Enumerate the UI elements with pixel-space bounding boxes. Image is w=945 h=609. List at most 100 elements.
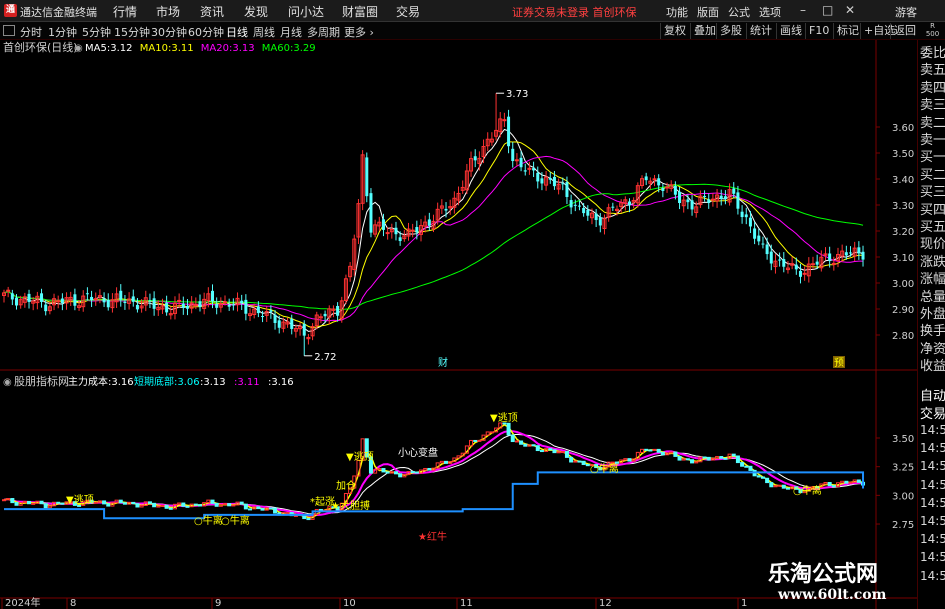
trade-time: 14:56 bbox=[920, 514, 945, 528]
x-tick-label: 8 bbox=[70, 598, 76, 609]
indicator-legend-item: :3.16 bbox=[268, 377, 294, 388]
ind-candle bbox=[39, 500, 44, 505]
ind-candle bbox=[848, 481, 853, 484]
ind-candle bbox=[514, 440, 519, 443]
layout-icon[interactable] bbox=[3, 25, 15, 36]
ind-y-tick-label: 3.25 bbox=[892, 463, 914, 474]
menu-item-jiaoyi[interactable]: 交易 bbox=[396, 3, 420, 20]
back-button[interactable]: 返回 bbox=[890, 23, 919, 39]
menu-item-hangqing[interactable]: 行情 bbox=[113, 3, 137, 20]
mark-button[interactable]: 标记 bbox=[833, 23, 862, 39]
candle-body bbox=[703, 195, 707, 197]
indicator-settings-icon[interactable]: ◉ bbox=[3, 377, 12, 388]
tab-15min[interactable]: 15分钟 bbox=[114, 24, 150, 40]
ind-candle bbox=[719, 456, 724, 459]
candle-body bbox=[598, 217, 602, 226]
y-tick-label: 3.50 bbox=[892, 149, 914, 160]
close-icon[interactable]: ✕ bbox=[845, 3, 855, 17]
tab-60min[interactable]: 60分钟 bbox=[188, 24, 224, 40]
candle-body bbox=[507, 116, 511, 147]
ind-candle bbox=[723, 457, 728, 460]
tab-monthly[interactable]: 月线 bbox=[280, 24, 302, 40]
quote-field-label: 卖五 bbox=[920, 63, 945, 79]
quote-field-label: 买二 bbox=[920, 167, 945, 183]
candle-body bbox=[369, 193, 373, 233]
candle-body bbox=[473, 156, 477, 161]
candle-body bbox=[131, 296, 135, 302]
candle-body bbox=[323, 313, 327, 317]
trade-login-notice[interactable]: 证券交易未登录 首创环保 bbox=[512, 4, 637, 20]
tab-multi-period[interactable]: 多周期 bbox=[307, 24, 340, 40]
trade-time: 14:56 bbox=[920, 423, 945, 437]
draw-line-button[interactable]: 画线 bbox=[776, 23, 805, 39]
multi-stock-button[interactable]: 多股 bbox=[716, 23, 745, 39]
menu-item-gongshi[interactable]: 公式 bbox=[728, 4, 750, 20]
ind-candle bbox=[160, 504, 165, 507]
settings-dot-icon[interactable]: ◉ bbox=[74, 43, 83, 54]
overlay-button[interactable]: 叠加 bbox=[690, 23, 719, 39]
candle-body bbox=[611, 206, 615, 208]
candle-body bbox=[849, 252, 853, 254]
candle-body bbox=[290, 318, 294, 329]
tab-more[interactable]: 更多 › bbox=[344, 24, 374, 40]
ind-candle bbox=[556, 451, 561, 454]
signal-label: ★大胆搏 bbox=[331, 499, 370, 512]
ind-candle bbox=[135, 503, 140, 508]
trade-detail-tab[interactable]: 交易 bbox=[920, 403, 945, 422]
tab-weekly[interactable]: 周线 bbox=[253, 24, 275, 40]
ind-candle bbox=[623, 458, 628, 461]
kline-chart[interactable]: 首创环保(日线) ◉ MA5:3.12 MA10:3.11 MA20:3.13 MA6… bbox=[0, 40, 917, 609]
indicator-lines bbox=[2, 422, 866, 521]
tab-5min[interactable]: 5分钟 bbox=[82, 24, 111, 40]
ind-candle bbox=[569, 456, 574, 463]
f10-button[interactable]: F10 bbox=[805, 23, 832, 39]
ind-candle bbox=[744, 465, 749, 468]
menu-item-shichang[interactable]: 市场 bbox=[156, 3, 180, 20]
indicator-title: 股朋指标网 bbox=[14, 374, 69, 388]
statistics-button[interactable]: 统计 bbox=[746, 23, 775, 39]
ind-candle bbox=[122, 502, 127, 505]
ind-candle bbox=[773, 485, 778, 488]
maximize-icon[interactable]: □ bbox=[822, 3, 833, 17]
candle-body bbox=[569, 200, 573, 208]
main-panel-title: 首创环保(日线) bbox=[3, 40, 78, 54]
tab-fenshi[interactable]: 分时 bbox=[20, 24, 42, 40]
candle-body bbox=[719, 195, 723, 200]
quote-field-label: 卖四 bbox=[920, 80, 945, 96]
ind-candle bbox=[702, 456, 707, 459]
candle-body bbox=[185, 305, 189, 309]
guest-user[interactable]: 游客 bbox=[895, 4, 917, 20]
tab-daily[interactable]: 日线 bbox=[226, 24, 248, 40]
fuquan-button[interactable]: 复权 bbox=[660, 23, 689, 39]
menu-item-banmian[interactable]: 版面 bbox=[697, 4, 719, 20]
candle-body bbox=[119, 290, 123, 300]
menu-item-caifuquan[interactable]: 财富圈 bbox=[342, 3, 378, 20]
candle-body bbox=[244, 299, 248, 314]
tab-1min[interactable]: 1分钟 bbox=[48, 24, 77, 40]
minimize-icon[interactable]: – bbox=[800, 3, 806, 17]
candle-body bbox=[256, 306, 260, 314]
menu-item-zixun[interactable]: 资讯 bbox=[200, 3, 224, 20]
ind-candle bbox=[706, 456, 711, 461]
menu-item-gongneng[interactable]: 功能 bbox=[666, 4, 688, 20]
finance-event-label: 财 bbox=[438, 356, 448, 369]
quote-side-panel: 委比 卖五 卖四 卖三 卖二 卖一 买一 买二 买三 买四 买五 现价 涨跌 涨幅 总量 外盘 换手 净资 收益 自动… bbox=[917, 40, 945, 609]
menu-item-wenxiaoda[interactable]: 问小达 bbox=[288, 3, 324, 20]
ind-candle bbox=[731, 453, 736, 457]
ind-candle bbox=[14, 502, 19, 506]
tab-30min[interactable]: 30分钟 bbox=[151, 24, 187, 40]
ind-candle bbox=[239, 501, 244, 505]
x-tick-label: 1 bbox=[741, 598, 747, 609]
menu-item-faxian[interactable]: 发现 bbox=[244, 3, 268, 20]
candle-body bbox=[302, 323, 306, 336]
ind-candle bbox=[444, 460, 449, 464]
candle-body bbox=[394, 227, 398, 235]
trade-detail-tab[interactable]: 自动 bbox=[920, 385, 945, 404]
menu-item-xuanxiang[interactable]: 选项 bbox=[759, 4, 781, 20]
candle-body bbox=[657, 178, 661, 186]
main-y-axis: 3.60 3.50 3.40 3.30 3.20 3.10 3.00 2.90 2.80 bbox=[876, 123, 914, 342]
ind-y-tick-label: 2.75 bbox=[892, 520, 914, 531]
indicator-legend-value: 3.13 bbox=[203, 377, 225, 388]
candle-body bbox=[148, 300, 152, 302]
x-tick-label: 9 bbox=[215, 598, 221, 609]
